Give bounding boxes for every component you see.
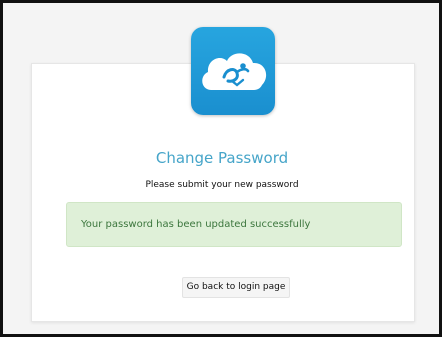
window-frame: Change Password Please submit your new p… (0, 0, 442, 337)
success-alert: Your password has been updated successfu… (66, 202, 402, 247)
cloud-person-logo-icon (202, 53, 267, 90)
app-logo (191, 27, 275, 115)
page-title: Change Password (155, 149, 289, 167)
back-to-login-button[interactable]: Go back to login page (182, 277, 290, 298)
page-subtitle: Please submit your new password (145, 180, 299, 190)
success-alert-message: Your password has been updated successfu… (81, 219, 311, 230)
